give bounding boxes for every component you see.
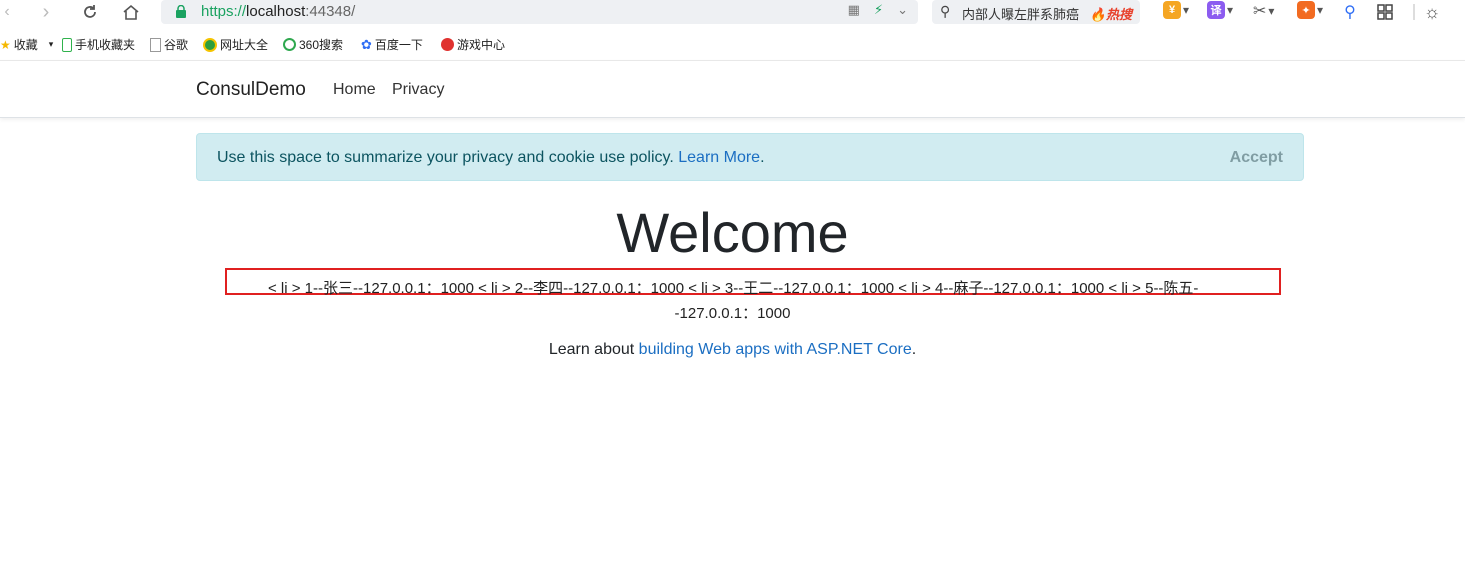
bookmark-directory[interactable]: 网址大全	[203, 36, 268, 53]
bookmark-label: 收藏	[13, 38, 38, 52]
bookmark-label: 游戏中心	[457, 38, 506, 52]
gamepad-icon: ✦	[1297, 1, 1315, 19]
back-icon[interactable]: ‹	[0, 1, 14, 23]
bookmark-label: 手机收藏夹	[75, 38, 136, 52]
star-icon: ★	[0, 37, 11, 52]
learn-link[interactable]: building Web apps with ASP.NET Core	[639, 341, 912, 358]
address-bar[interactable]: https://localhost:44348/ ▦ ⚡ ⌄	[161, 0, 918, 24]
qr-code-icon[interactable]: ▦	[848, 2, 860, 18]
bookmark-google[interactable]: 谷歌	[150, 36, 188, 53]
magnifier-icon[interactable]: ⚲	[1340, 1, 1360, 23]
site-navbar: ConsulDemo Home Privacy	[0, 60, 1465, 118]
bookmark-baidu[interactable]: ✿ 百度一下	[361, 36, 423, 53]
forward-icon[interactable]: ›	[38, 1, 54, 23]
chevron-down-icon[interactable]: ⌄	[897, 2, 908, 18]
bookmark-label: 360搜索	[299, 38, 344, 52]
apps-grid-icon[interactable]	[1375, 1, 1395, 23]
service-list-line-2: -127.0.0.1：1000	[674, 305, 791, 322]
cookie-message: Use this space to summarize your privacy…	[217, 149, 765, 166]
learn-about-text: Learn about building Web apps with ASP.N…	[548, 341, 917, 358]
shield-extension[interactable]: ¥ ▾	[1163, 1, 1189, 19]
search-box[interactable]: ⚲ 内部人曝左胖系肺癌 🔥热搜	[932, 0, 1140, 24]
service-list-line-1: < li > 1--张三--127.0.0.1：1000 < li > 2--李…	[268, 280, 1199, 297]
bookmark-games[interactable]: 游戏中心	[441, 36, 505, 53]
phone-icon	[62, 37, 72, 52]
toolbar-divider	[1413, 4, 1415, 20]
navbar-brand[interactable]: ConsulDemo	[196, 79, 306, 101]
reload-icon[interactable]	[80, 1, 100, 23]
translate-icon: 译	[1207, 1, 1225, 19]
bookmark-label: 网址大全	[220, 38, 269, 52]
search-icon: ⚲	[940, 3, 951, 19]
shield-icon: ¥	[1163, 1, 1181, 19]
bookmark-favorites[interactable]: ★ 收藏 ▾	[0, 36, 53, 53]
scissors-icon: ✂	[1253, 3, 1267, 20]
url-text: https://localhost:44348/	[201, 3, 356, 20]
bookmark-label: 百度一下	[374, 38, 423, 52]
page-icon	[150, 37, 161, 52]
page-title: Welcome	[616, 201, 849, 264]
cookie-accept-button[interactable]: Accept	[1230, 149, 1283, 167]
baidu-paw-icon: ✿	[361, 36, 372, 52]
scissors-extension[interactable]: ✂ ▾	[1253, 1, 1274, 21]
cookie-learn-more-link[interactable]: Learn More	[678, 149, 760, 166]
360-search-icon	[283, 38, 296, 51]
translate-extension[interactable]: 译 ▾	[1207, 1, 1233, 19]
cookie-consent-alert: Use this space to summarize your privacy…	[196, 133, 1304, 181]
lightning-icon[interactable]: ⚡	[874, 2, 883, 18]
bookmark-360[interactable]: 360搜索	[283, 36, 343, 53]
bookmark-mobile[interactable]: 手机收藏夹	[62, 36, 135, 53]
bookmark-label: 谷歌	[164, 38, 189, 52]
bookmarks-bar: ★ 收藏 ▾ 手机收藏夹 谷歌 网址大全 360搜索 ✿ 百度一下 游戏中心	[0, 33, 1465, 55]
nav-link-home[interactable]: Home	[333, 81, 376, 99]
search-query: 内部人曝左胖系肺癌	[962, 7, 1080, 22]
nav-link-privacy[interactable]: Privacy	[392, 81, 444, 99]
hot-search-badge[interactable]: 🔥热搜	[1090, 4, 1132, 23]
browser-toolbar: ‹ › https://localhost:44348/ ▦ ⚡ ⌄ ⚲ 内部人…	[0, 0, 1465, 27]
directory-icon	[203, 37, 217, 52]
game-extension[interactable]: ✦ ▾	[1297, 1, 1323, 19]
home-icon[interactable]	[121, 1, 141, 23]
lock-icon	[176, 5, 186, 18]
caret-down-icon[interactable]: ▾	[49, 39, 54, 50]
brightness-icon[interactable]: ☼	[1422, 1, 1442, 23]
game-center-icon	[441, 38, 454, 51]
